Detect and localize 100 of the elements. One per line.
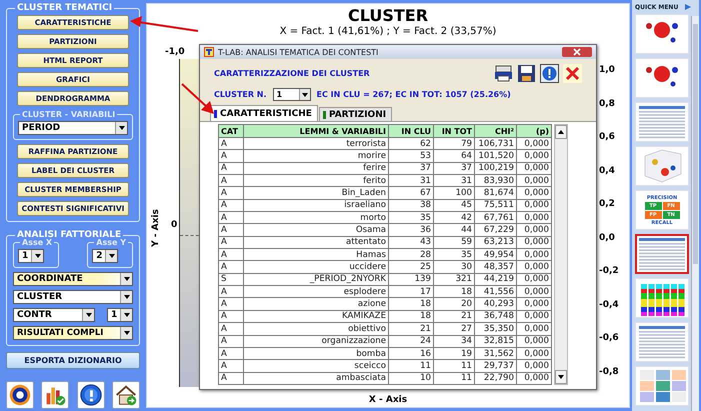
- table-cell: 18: [388, 298, 434, 310]
- tab[interactable]: CARATTERISTICHE: [210, 105, 318, 121]
- close-icon[interactable]: [563, 64, 582, 83]
- table-cell: morire: [244, 150, 388, 162]
- table-cell: A: [218, 260, 244, 274]
- grid-drawing: [637, 368, 687, 404]
- table-cell: Hamas: [244, 248, 388, 261]
- arrow: [130, 16, 198, 32]
- axis-tick-label: 0,4: [593, 166, 629, 176]
- table-cell: 79: [434, 138, 474, 150]
- table-cell: 24: [388, 335, 434, 348]
- table-cell: A: [218, 224, 244, 236]
- table-cell: 101,520: [474, 150, 516, 162]
- table-cell: KAMIKAZE: [244, 310, 388, 323]
- table-cell: 67,229: [474, 224, 516, 236]
- tab[interactable]: PARTIZIONI: [318, 107, 392, 121]
- save-icon[interactable]: [517, 64, 536, 83]
- scrollbar[interactable]: [691, 16, 699, 411]
- arrow-icon[interactable]: [684, 3, 692, 11]
- table-cell: 35,350: [474, 322, 516, 335]
- dropdown[interactable]: 1: [272, 88, 311, 101]
- field-label: CLUSTER N.: [214, 90, 267, 99]
- table-cell: azione: [244, 298, 388, 310]
- table-cell: 34: [434, 335, 474, 348]
- table-cell: A: [218, 322, 244, 335]
- axis-tick-label: 0,8: [593, 98, 629, 109]
- table-cell: 67,761: [474, 212, 516, 224]
- table-cell: A: [218, 286, 244, 298]
- chart-check-icon[interactable]: [41, 381, 70, 409]
- table-cell: organizzazione: [244, 335, 388, 348]
- home-icon[interactable]: [112, 381, 140, 409]
- chart-subtitle: X = Fact. 1 (41,61%) ; Y = Fact. 2 (33,57%): [280, 26, 496, 37]
- help-icon[interactable]: [540, 64, 559, 83]
- column-header: CHI²: [474, 124, 516, 138]
- table-cell: 11: [434, 360, 474, 372]
- table-cell: A: [218, 174, 244, 187]
- table-cell: uccidere: [244, 260, 388, 274]
- thumbnail[interactable]: [635, 234, 689, 274]
- table-cell: 81,674: [474, 186, 516, 200]
- dropdown[interactable]: 2: [92, 249, 118, 263]
- table-cell: 0,000: [516, 138, 552, 150]
- table-cell: 100,219: [474, 162, 516, 175]
- dropdown[interactable]: COORDINATE: [13, 272, 133, 286]
- column-header: IN TOT: [434, 124, 474, 138]
- table-cell: 10: [388, 372, 434, 384]
- table-cell: A: [218, 248, 244, 261]
- table-cell: 21: [434, 310, 474, 323]
- table-cell: 44,219: [474, 273, 516, 286]
- scroll-up-icon[interactable]: [558, 130, 564, 134]
- close-icon[interactable]: [562, 47, 592, 57]
- table-cell: 31: [434, 174, 474, 187]
- help-icon[interactable]: [76, 381, 105, 409]
- table-cell: 18: [388, 310, 434, 323]
- table-cell: 0,000: [516, 372, 552, 384]
- table-cell: israeliano: [244, 199, 388, 212]
- axis-label: X - Axis: [368, 395, 408, 405]
- chart-title: CLUSTER: [348, 6, 428, 25]
- table-cell: 0,000: [516, 248, 552, 261]
- dropdown[interactable]: 1: [107, 308, 133, 322]
- axis-tick-label: -0,8: [593, 366, 629, 377]
- column-header: LEMMI & VARIABILI: [244, 124, 388, 138]
- table-cell: 19: [434, 347, 474, 360]
- scroll-down-icon[interactable]: [558, 375, 564, 379]
- table-cell: Osama: [244, 224, 388, 236]
- table-cell: obiettivo: [244, 322, 388, 335]
- scrollbar[interactable]: [554, 124, 568, 385]
- table-cell: 30: [434, 260, 474, 274]
- table-cell: 0,000: [516, 335, 552, 348]
- dropdown[interactable]: CONTR: [13, 308, 95, 322]
- table-cell: bomba: [244, 347, 388, 360]
- table-cell: 0,000: [516, 236, 552, 249]
- table-cell: 42: [434, 212, 474, 224]
- table-cell: morto: [244, 212, 388, 224]
- table-cell: 29,737: [474, 360, 516, 372]
- table-cell: 22,790: [474, 372, 516, 384]
- table-cell: A: [218, 360, 244, 372]
- table-cell: 53: [388, 150, 434, 162]
- dropdown[interactable]: 1: [18, 249, 44, 263]
- table-cell: 59: [434, 236, 474, 249]
- table-cell: 21: [388, 322, 434, 335]
- table-drawing: [637, 104, 687, 140]
- printer-icon[interactable]: [494, 64, 513, 83]
- dropdown[interactable]: PERIOD: [18, 121, 128, 135]
- table-cell: attentato: [244, 236, 388, 249]
- table-drawing: [637, 236, 687, 272]
- table-cell: 321: [434, 273, 474, 286]
- table-cell: 62: [388, 138, 434, 150]
- group-title: CLUSTER - VARIABILI: [21, 110, 116, 119]
- export-button[interactable]: ESPORTA DIZIONARIO: [6, 352, 140, 369]
- table-cell: A: [218, 335, 244, 348]
- dropdown[interactable]: CLUSTER: [13, 290, 133, 304]
- dropdown[interactable]: RISULTATI COMPLI: [13, 326, 133, 340]
- table-cell: 45: [434, 199, 474, 212]
- table-cell: A: [218, 298, 244, 310]
- table-cell: A: [218, 212, 244, 224]
- axis-tick-label: 0,2: [593, 199, 629, 210]
- table-cell: 31: [388, 174, 434, 187]
- window-title: T-LAB: ANALISI TEMATICA DEI CONTESTI: [218, 48, 380, 56]
- table-cell: 0,000: [516, 174, 552, 187]
- table-cell: 0,000: [516, 224, 552, 236]
